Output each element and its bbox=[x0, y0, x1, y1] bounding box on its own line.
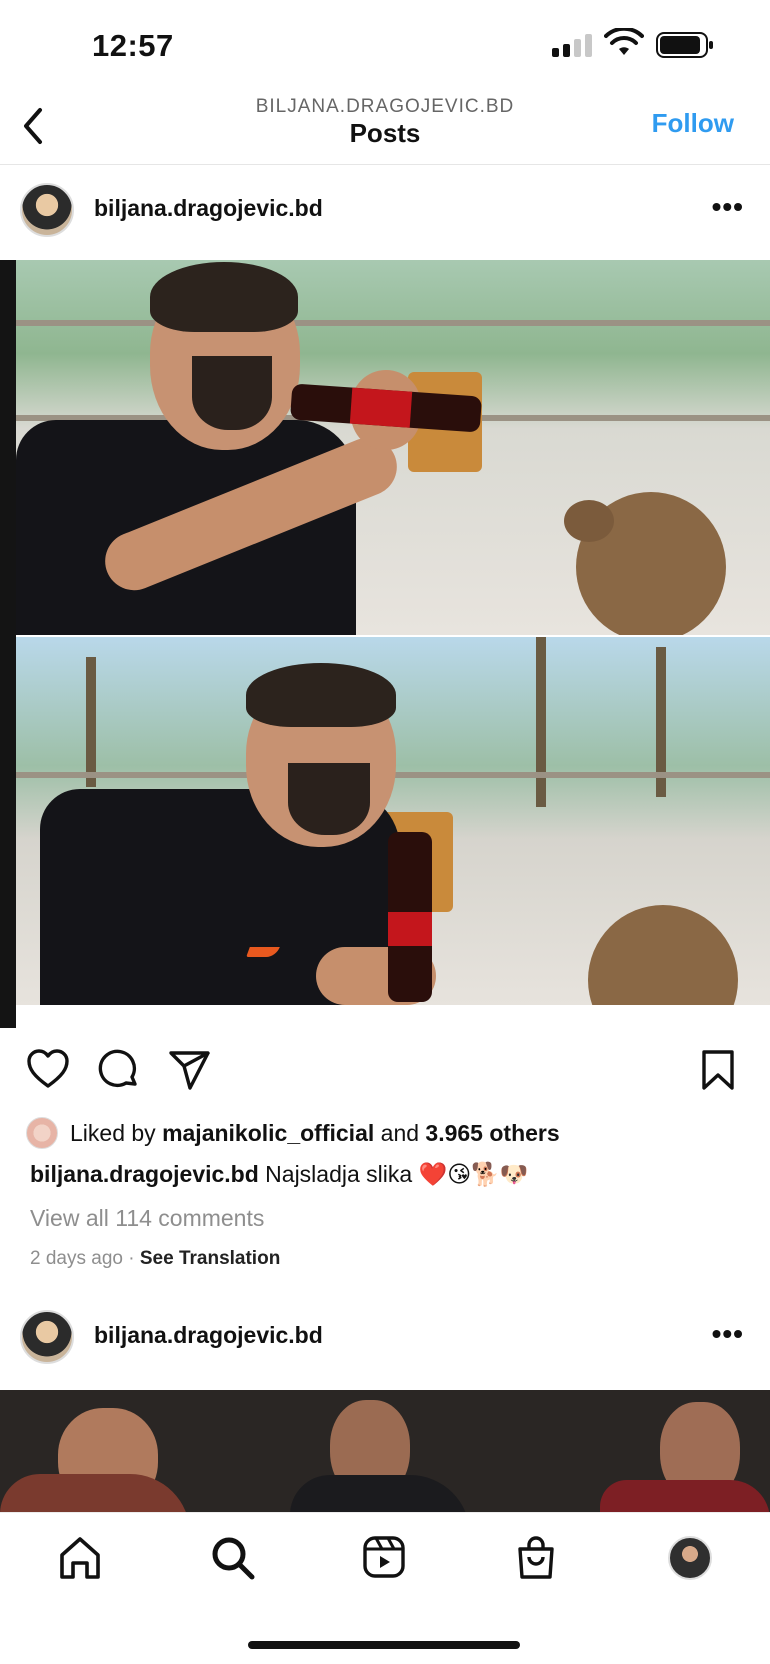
post-header: biljana.dragojevic.bd ••• bbox=[0, 173, 770, 249]
home-indicator[interactable] bbox=[248, 1641, 520, 1649]
battery-icon bbox=[656, 32, 713, 58]
bottom-navigation-bar bbox=[0, 1512, 770, 1664]
liked-by-and: and bbox=[380, 1119, 420, 1146]
post-timestamp: 2 days ago bbox=[30, 1248, 123, 1269]
photo-frame-top bbox=[16, 260, 770, 635]
search-icon[interactable] bbox=[210, 1535, 256, 1581]
view-comments-link[interactable]: View all 114 comments bbox=[30, 1205, 264, 1232]
post-actions bbox=[0, 1040, 770, 1100]
liked-by-label: Liked by bbox=[70, 1119, 156, 1146]
liker-username[interactable]: majanikolic_official bbox=[162, 1120, 374, 1147]
status-bar: 12:57 bbox=[0, 0, 770, 92]
meta-separator: · bbox=[128, 1248, 135, 1269]
bookmark-icon[interactable] bbox=[700, 1048, 736, 1092]
reels-icon[interactable] bbox=[362, 1535, 406, 1579]
post-photo-2[interactable] bbox=[0, 1390, 770, 1512]
post-photo[interactable] bbox=[0, 260, 770, 1028]
more-options-icon[interactable]: ••• bbox=[712, 191, 744, 223]
wifi-icon bbox=[604, 28, 644, 55]
post-username[interactable]: biljana.dragojevic.bd bbox=[94, 1322, 323, 1349]
share-icon[interactable] bbox=[168, 1048, 212, 1092]
status-time: 12:57 bbox=[92, 28, 174, 63]
caption-text: Najsladja slika bbox=[265, 1161, 413, 1187]
home-icon[interactable] bbox=[58, 1535, 102, 1581]
top-navigation-bar: BILJANA.DRAGOJEVIC.BD Posts Follow bbox=[0, 92, 770, 165]
more-options-icon[interactable]: ••• bbox=[712, 1318, 744, 1350]
cellular-signal-icon bbox=[552, 34, 592, 57]
photo-border bbox=[0, 260, 16, 1028]
follow-button[interactable]: Follow bbox=[652, 108, 734, 139]
photo-frame-bottom bbox=[16, 637, 770, 1005]
comment-icon[interactable] bbox=[97, 1048, 141, 1092]
post-caption: biljana.dragojevic.bd Najsladja slika ❤️… bbox=[30, 1161, 528, 1188]
post-username[interactable]: biljana.dragojevic.bd bbox=[94, 195, 323, 222]
post-header-2: biljana.dragojevic.bd ••• bbox=[0, 1300, 770, 1376]
heart-icon[interactable] bbox=[26, 1048, 70, 1090]
avatar[interactable] bbox=[20, 1310, 74, 1364]
caption-username[interactable]: biljana.dragojevic.bd bbox=[30, 1161, 259, 1187]
shop-icon[interactable] bbox=[514, 1535, 558, 1581]
avatar[interactable] bbox=[20, 183, 74, 237]
likes-count[interactable]: 3.965 others bbox=[425, 1120, 559, 1147]
liker-avatar bbox=[26, 1117, 58, 1149]
likes-summary[interactable]: Liked by majanikolic_official and 3.965 … bbox=[26, 1115, 560, 1151]
caption-emojis: ❤️😘🐕🐶 bbox=[418, 1162, 529, 1188]
profile-tab-avatar[interactable] bbox=[668, 1536, 712, 1580]
see-translation-link[interactable]: See Translation bbox=[140, 1248, 280, 1269]
post-meta: 2 days ago · See Translation bbox=[30, 1248, 280, 1270]
